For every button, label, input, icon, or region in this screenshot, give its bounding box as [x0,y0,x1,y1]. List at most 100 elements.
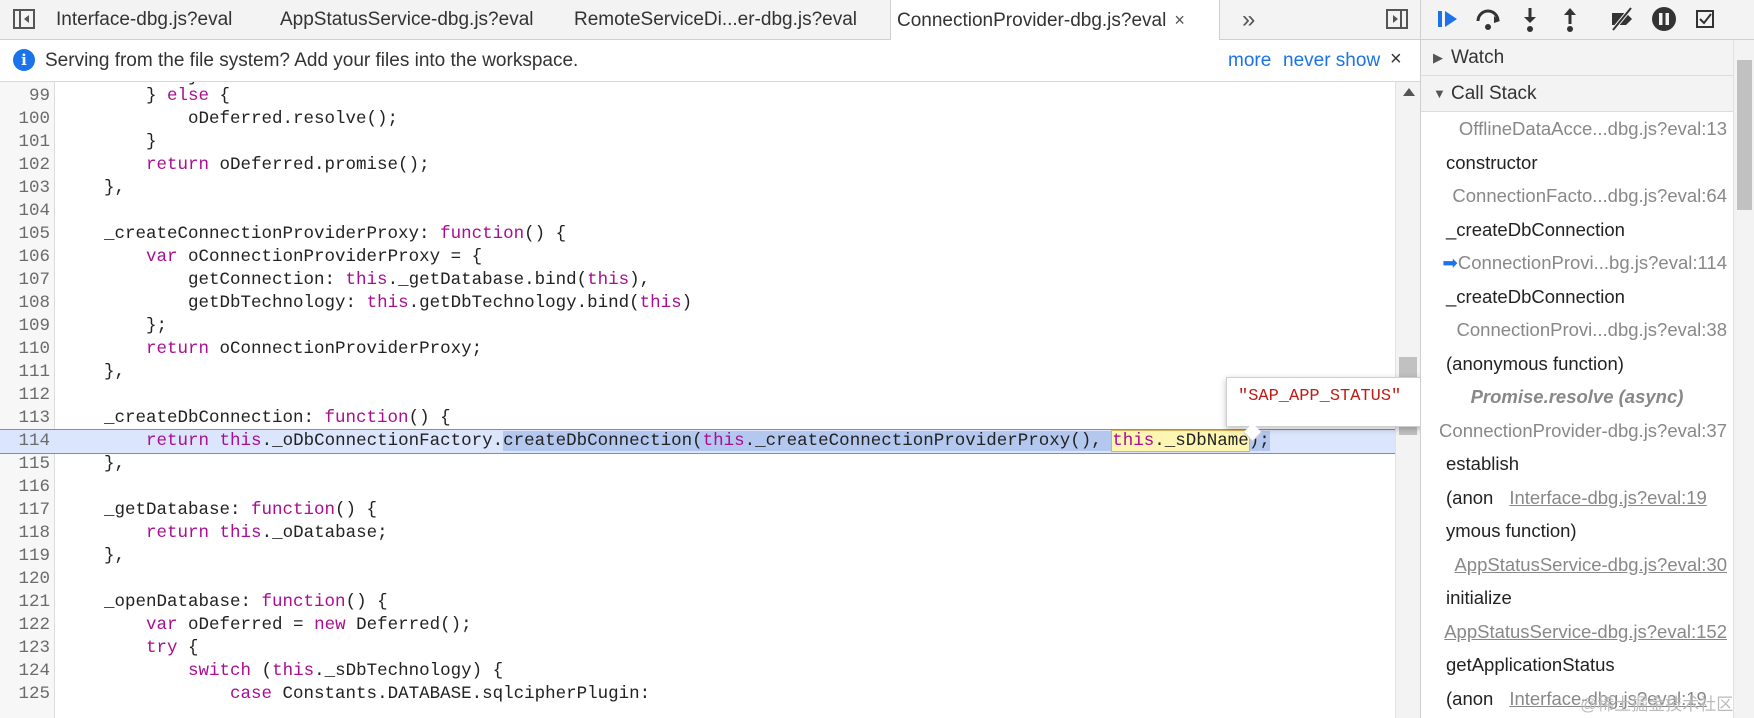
code-line[interactable]: 120 [0,568,1395,591]
line-number[interactable]: 122 [0,614,50,637]
code-line[interactable]: 111 }, [0,361,1395,384]
line-number[interactable]: 118 [0,522,50,545]
line-number[interactable]: 104 [0,200,50,223]
current-execution-line[interactable]: 114 return this._oDbConnectionFactory.cr… [0,429,1395,454]
line-number[interactable]: 99 [0,85,50,108]
line-number[interactable]: 107 [0,269,50,292]
toggle-debugger-icon[interactable] [1385,8,1409,30]
code-line[interactable]: 99 } else { [0,85,1395,108]
file-tab[interactable]: ConnectionProvider-dbg.js?eval × [890,0,1220,41]
stack-frame-function[interactable]: _createDbConnection [1421,213,1733,247]
code-line[interactable]: 105 _createConnectionProviderProxy: func… [0,223,1395,246]
line-number[interactable]: 125 [0,683,50,706]
stack-frame-location[interactable]: ConnectionFacto...dbg.js?eval:64 [1421,179,1733,213]
code-line[interactable]: 124 switch (this._sDbTechnology) { [0,660,1395,683]
toggle-navigator-icon[interactable] [12,8,36,30]
watch-section-header[interactable]: ▶ Watch [1421,40,1733,76]
line-number[interactable]: 116 [0,476,50,499]
code-line[interactable]: 116 [0,476,1395,499]
stack-frame-location[interactable]: AppStatusService-dbg.js?eval:30 [1421,548,1733,582]
current-stack-frame[interactable]: ➡ConnectionProvi...bg.js?eval:114 [1421,246,1733,280]
line-number[interactable]: 105 [0,223,50,246]
line-number[interactable]: 103 [0,177,50,200]
stack-frame-function[interactable]: ymous function) [1421,514,1733,548]
line-number[interactable]: 101 [0,131,50,154]
stack-frame-location[interactable]: ConnectionProvider-dbg.js?eval:37 [1421,414,1733,448]
code-line[interactable]: 110 return oConnectionProviderProxy; [0,338,1395,361]
code-line[interactable]: 117 _getDatabase: function() { [0,499,1395,522]
sidebar-scrollbar[interactable] [1733,40,1754,718]
pause-on-exceptions-icon[interactable] [1649,4,1679,34]
code-line[interactable]: 103 }, [0,177,1395,200]
file-tab[interactable]: RemoteServiceDi...er-dbg.js?eval [574,0,894,40]
line-number[interactable]: 106 [0,246,50,269]
line-number[interactable]: 110 [0,338,50,361]
line-number[interactable]: 114 [0,430,50,453]
stack-frame-location[interactable]: AppStatusService-dbg.js?eval:152 [1421,615,1733,649]
infobar-close-icon[interactable]: × [1390,48,1402,71]
scroll-up-icon[interactable] [1403,88,1415,96]
line-number[interactable]: 100 [0,108,50,131]
file-tab[interactable]: AppStatusService-dbg.js?eval [280,0,560,40]
step-out-icon[interactable] [1555,4,1585,34]
code-line[interactable]: 102 return oDeferred.promise(); [0,154,1395,177]
call-stack-section-header[interactable]: ▼ Call Stack [1421,76,1733,112]
code-line[interactable]: 104 [0,200,1395,223]
line-number[interactable]: 120 [0,568,50,591]
stack-frame-function[interactable]: establish [1421,447,1733,481]
frame-location[interactable]: AppStatusService-dbg.js?eval:30 [1454,554,1727,575]
frame-location[interactable]: OfflineDataAcce...dbg.js?eval:13 [1459,118,1727,139]
line-number[interactable]: 102 [0,154,50,177]
frame-location[interactable]: ConnectionProvi...bg.js?eval:114 [1458,252,1727,273]
stack-frame-location[interactable]: OfflineDataAcce...dbg.js?eval:13 [1421,112,1733,146]
stack-frame-function[interactable]: getApplicationStatus [1421,648,1733,682]
checkbox-icon[interactable] [1695,4,1719,34]
line-number[interactable]: 109 [0,315,50,338]
line-number[interactable]: 117 [0,499,50,522]
step-into-icon[interactable] [1515,4,1545,34]
tab-close-icon[interactable]: × [1174,0,1185,40]
tabs-overflow-icon[interactable]: » [1242,0,1255,40]
frame-location[interactable]: ConnectionProvider-dbg.js?eval:37 [1439,420,1727,441]
frame-location[interactable]: ConnectionFacto...dbg.js?eval:64 [1452,185,1727,206]
code-line[interactable]: 100 oDeferred.resolve(); [0,108,1395,131]
deactivate-breakpoints-icon[interactable] [1607,4,1637,34]
code-line[interactable]: 125 case Constants.DATABASE.sqlcipherPlu… [0,683,1395,706]
line-number[interactable]: 113 [0,407,50,430]
code-line[interactable]: 109 }; [0,315,1395,338]
stack-frame-function[interactable]: constructor [1421,146,1733,180]
code-line[interactable]: 101 } [0,131,1395,154]
stack-frame-function[interactable]: (anonymous function) [1421,347,1733,381]
code-line[interactable]: 118 return this._oDatabase; [0,522,1395,545]
code-line[interactable]: 122 var oDeferred = new Deferred(); [0,614,1395,637]
resume-icon[interactable] [1433,4,1463,34]
code-editor[interactable]: 98 }99 } else {100 oDeferred.resolve();1… [0,82,1395,718]
line-number[interactable]: 115 [0,453,50,476]
stack-frame-function[interactable]: initialize [1421,581,1733,615]
code-line[interactable]: 112 [0,384,1395,407]
code-line[interactable]: 121 _openDatabase: function() { [0,591,1395,614]
code-line[interactable]: 115 }, [0,453,1395,476]
line-number[interactable]: 119 [0,545,50,568]
line-number[interactable]: 124 [0,660,50,683]
line-number[interactable]: 108 [0,292,50,315]
infobar-more-link[interactable]: more [1228,50,1271,72]
code-line[interactable]: 119 }, [0,545,1395,568]
frame-location[interactable]: ConnectionProvi...dbg.js?eval:38 [1457,319,1727,340]
code-line[interactable]: 123 try { [0,637,1395,660]
line-number[interactable]: 111 [0,361,50,384]
file-tab[interactable]: Interface-dbg.js?eval [56,0,266,40]
line-number[interactable]: 121 [0,591,50,614]
stack-frame-function[interactable]: _createDbConnection [1421,280,1733,314]
line-number[interactable]: 123 [0,637,50,660]
stack-frame-location[interactable]: ConnectionProvi...dbg.js?eval:38 [1421,313,1733,347]
line-number[interactable]: 112 [0,384,50,407]
step-over-icon[interactable] [1473,4,1503,34]
frame-location[interactable]: AppStatusService-dbg.js?eval:152 [1444,621,1727,642]
code-line[interactable]: 113 _createDbConnection: function() { [0,407,1395,430]
sidebar-scrollbar-thumb[interactable] [1737,60,1752,210]
code-line[interactable]: 106 var oConnectionProviderProxy = { [0,246,1395,269]
code-line[interactable]: 107 getConnection: this._getDatabase.bin… [0,269,1395,292]
stack-frame-function[interactable]: (anon Interface-dbg.js?eval:19 [1421,481,1733,515]
frame-location-link[interactable]: Interface-dbg.js?eval:19 [1509,487,1706,508]
